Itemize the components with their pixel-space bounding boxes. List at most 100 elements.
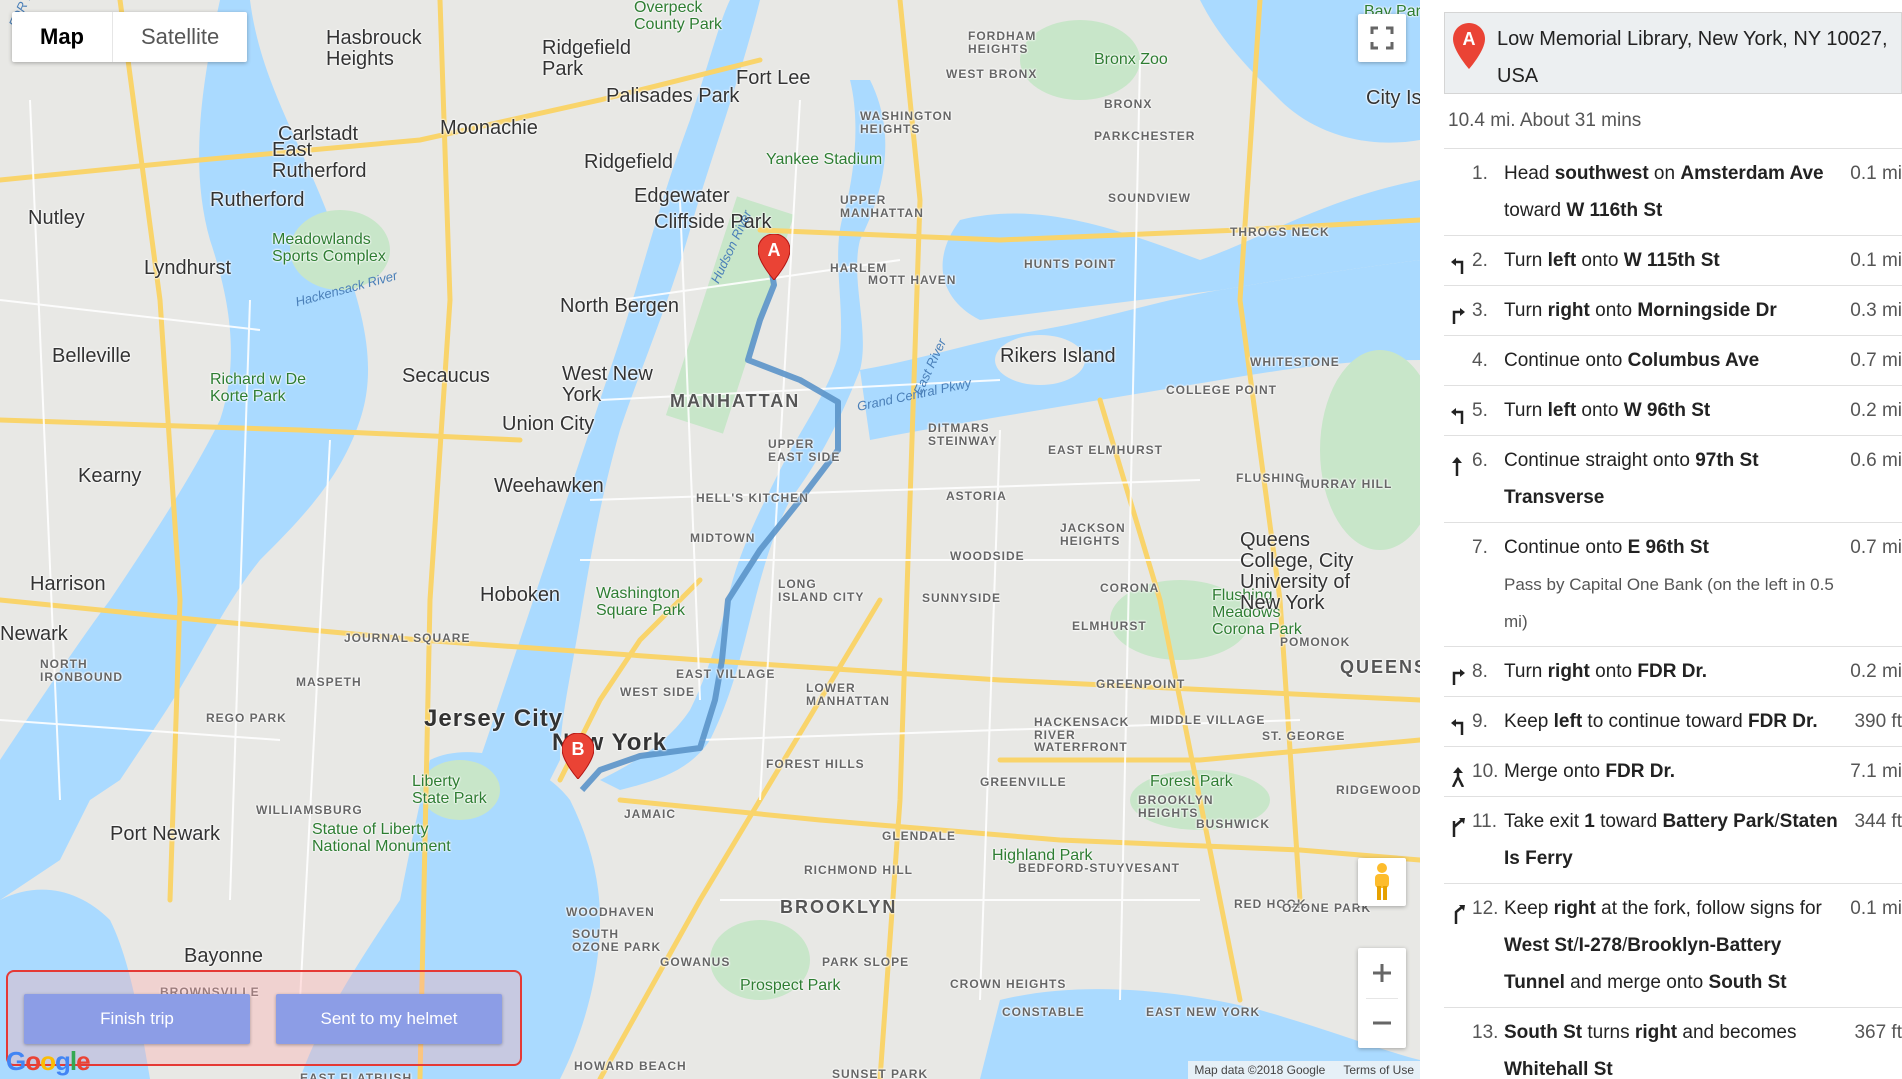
step-distance: 0.1 mi — [1850, 898, 1902, 919]
map-label: POMONOK — [1280, 635, 1351, 649]
send-to-helmet-button[interactable]: Sent to my helmet — [276, 994, 502, 1044]
map-label: HOWARD BEACH — [574, 1059, 687, 1073]
origin-marker-label: A — [1462, 29, 1476, 49]
map-label: RIDGEWOOD — [1336, 783, 1420, 797]
fork-right-icon — [1444, 890, 1472, 1001]
directions-panel: A Low Memorial Library, New York, NY 100… — [1420, 0, 1902, 1079]
map-label: SOUNDVIEW — [1108, 191, 1192, 205]
map-label: Liberty State Park — [412, 773, 487, 807]
direction-step[interactable]: 3. Turn right onto Morningside Dr 0.3 mi — [1444, 285, 1902, 335]
direction-step[interactable]: 12. Keep right at the fork, follow signs … — [1444, 883, 1902, 1007]
map-label: JAMAIC — [624, 807, 677, 821]
map-label: Port Newark — [110, 823, 221, 845]
map-label: LONG ISLAND CITY — [778, 577, 865, 604]
step-distance: 0.7 mi — [1850, 350, 1902, 371]
map-label: LOWER MANHATTAN — [806, 681, 890, 708]
marker-b[interactable]: B — [561, 732, 595, 780]
zoom-in-button[interactable] — [1358, 948, 1406, 998]
fullscreen-button[interactable] — [1358, 14, 1406, 62]
map-label: Edgewater — [634, 185, 730, 207]
map-label: MOTT HAVEN — [868, 273, 957, 287]
step-distance: 0.3 mi — [1850, 300, 1902, 321]
direction-step[interactable]: 10. Merge onto FDR Dr. 7.1 mi — [1444, 746, 1902, 796]
origin-waypoint[interactable]: A Low Memorial Library, New York, NY 100… — [1444, 12, 1902, 94]
street-view-pegman[interactable] — [1358, 858, 1406, 906]
direction-step[interactable]: 6. Continue straight onto 97th St Transve… — [1444, 435, 1902, 522]
map-label: PARKCHESTER — [1094, 129, 1196, 143]
map-label: CROWN HEIGHTS — [950, 977, 1067, 991]
map-label: Newark — [0, 623, 68, 645]
map-label: Bronx Zoo — [1094, 51, 1168, 68]
map-data-credit: Map data ©2018 Google — [1194, 1063, 1326, 1077]
directions-steps-list: 1. Head southwest on Amsterdam Ave toward… — [1444, 148, 1902, 1079]
step-distance: 7.1 mi — [1850, 761, 1902, 782]
plus-icon — [1373, 963, 1391, 982]
step-number: 9. — [1472, 711, 1488, 732]
map-label: MURRAY HILL — [1300, 477, 1393, 491]
step-distance: 0.6 mi — [1850, 450, 1902, 471]
direction-step[interactable]: 8. Turn right onto FDR Dr. 0.2 mi — [1444, 646, 1902, 696]
origin-address: Low Memorial Library, New York, NY 10027… — [1497, 28, 1888, 87]
marker-b-label: B — [571, 739, 585, 759]
step-number: 10. — [1472, 761, 1499, 782]
map-label: WHITESTONE — [1250, 355, 1340, 369]
map-label: EAST ELMHURST — [1048, 443, 1163, 457]
map-label: Prospect Park — [740, 977, 841, 994]
map-label: Nutley — [28, 207, 85, 229]
origin-marker: A — [1453, 23, 1485, 74]
map-label: Ridgefield Park — [542, 37, 631, 80]
step-instruction: Continue onto E 96th St Pass by Capital O… — [1504, 529, 1838, 640]
map-type-map-button[interactable]: Map — [12, 12, 113, 62]
step-instruction: Turn right onto FDR Dr. — [1504, 661, 1708, 682]
map-label: Rikers Island — [1000, 345, 1116, 367]
map-label: HACKENSACK RIVER WATERFRONT — [1034, 715, 1130, 755]
map-label: PARK SLOPE — [822, 955, 910, 969]
map-label: Overpeck County Park — [634, 0, 723, 33]
direction-step[interactable]: 9. Keep left to continue toward FDR Dr. 39… — [1444, 696, 1902, 746]
map-attribution: Map data ©2018 Google Terms of Use — [1188, 1061, 1420, 1079]
direction-step[interactable]: 13. South St turns right and becomes Whit… — [1444, 1007, 1902, 1079]
map-label: WOODHAVEN — [566, 905, 655, 919]
map-label: WEST BRONX — [946, 67, 1038, 81]
exit-right-icon — [1444, 803, 1472, 877]
map-label: GLENDALE — [882, 829, 956, 843]
step-number: 3. — [1472, 300, 1488, 321]
step-distance: 0.2 mi — [1850, 661, 1902, 682]
map-label: SUNNYSIDE — [922, 591, 1002, 605]
step-note: Pass by Capital One Bank (on the left in… — [1504, 575, 1834, 631]
map-label: GOWANUS — [660, 955, 731, 969]
step-instruction: South St turns right and becomes Whiteha… — [1504, 1022, 1797, 1079]
map-label: REGO PARK — [206, 711, 287, 725]
map-label: Queens College, City University of New Y… — [1240, 529, 1354, 614]
direction-step[interactable]: 2. Turn left onto W 115th St 0.1 mi — [1444, 235, 1902, 285]
step-distance: 0.2 mi — [1850, 400, 1902, 421]
step-instruction: Keep left to continue toward FDR Dr. — [1504, 711, 1818, 732]
step-distance: 0.1 mi — [1850, 163, 1902, 184]
marker-a[interactable]: A — [757, 233, 791, 281]
step-number: 8. — [1472, 661, 1488, 682]
map-label: Meadowlands Sports Complex — [272, 231, 386, 265]
zoom-out-button[interactable] — [1358, 998, 1406, 1048]
map-label: HUNTS POINT — [1024, 257, 1117, 271]
map-type-satellite-button[interactable]: Satellite — [113, 12, 247, 62]
step-icon-placeholder — [1444, 342, 1472, 379]
terms-of-use-link[interactable]: Terms of Use — [1343, 1063, 1414, 1077]
map-label: CONSTABLE — [1002, 1005, 1085, 1019]
step-instruction: Turn left onto W 96th St — [1504, 400, 1711, 421]
step-instruction: Keep right at the fork, follow signs for… — [1504, 898, 1822, 993]
direction-step[interactable]: 5. Turn left onto W 96th St 0.2 mi — [1444, 385, 1902, 435]
direction-step[interactable]: 4. Continue onto Columbus Ave 0.7 mi — [1444, 335, 1902, 385]
step-number: 2. — [1472, 250, 1488, 271]
finish-trip-button[interactable]: Finish trip — [24, 994, 250, 1044]
direction-step[interactable]: 11. Take exit 1 toward Battery Park/State… — [1444, 796, 1902, 883]
step-distance: 0.1 mi — [1850, 250, 1902, 271]
map-canvas[interactable]: Hasbrouck Heights Ridgefield Park Overpeck… — [0, 0, 1420, 1079]
map-label: SOUTH OZONE PARK — [572, 927, 662, 954]
map-label: ELMHURST — [1072, 619, 1147, 633]
map-label: Hasbrouck Heights — [326, 27, 422, 70]
direction-step[interactable]: 7. Continue onto E 96th St Pass by Capital… — [1444, 522, 1902, 646]
turn-left-icon — [1444, 242, 1472, 279]
map-label: Washington Square Park — [596, 585, 685, 619]
map-label: Richard w De Korte Park — [210, 371, 307, 405]
direction-step[interactable]: 1. Head southwest on Amsterdam Ave toward… — [1444, 148, 1902, 235]
